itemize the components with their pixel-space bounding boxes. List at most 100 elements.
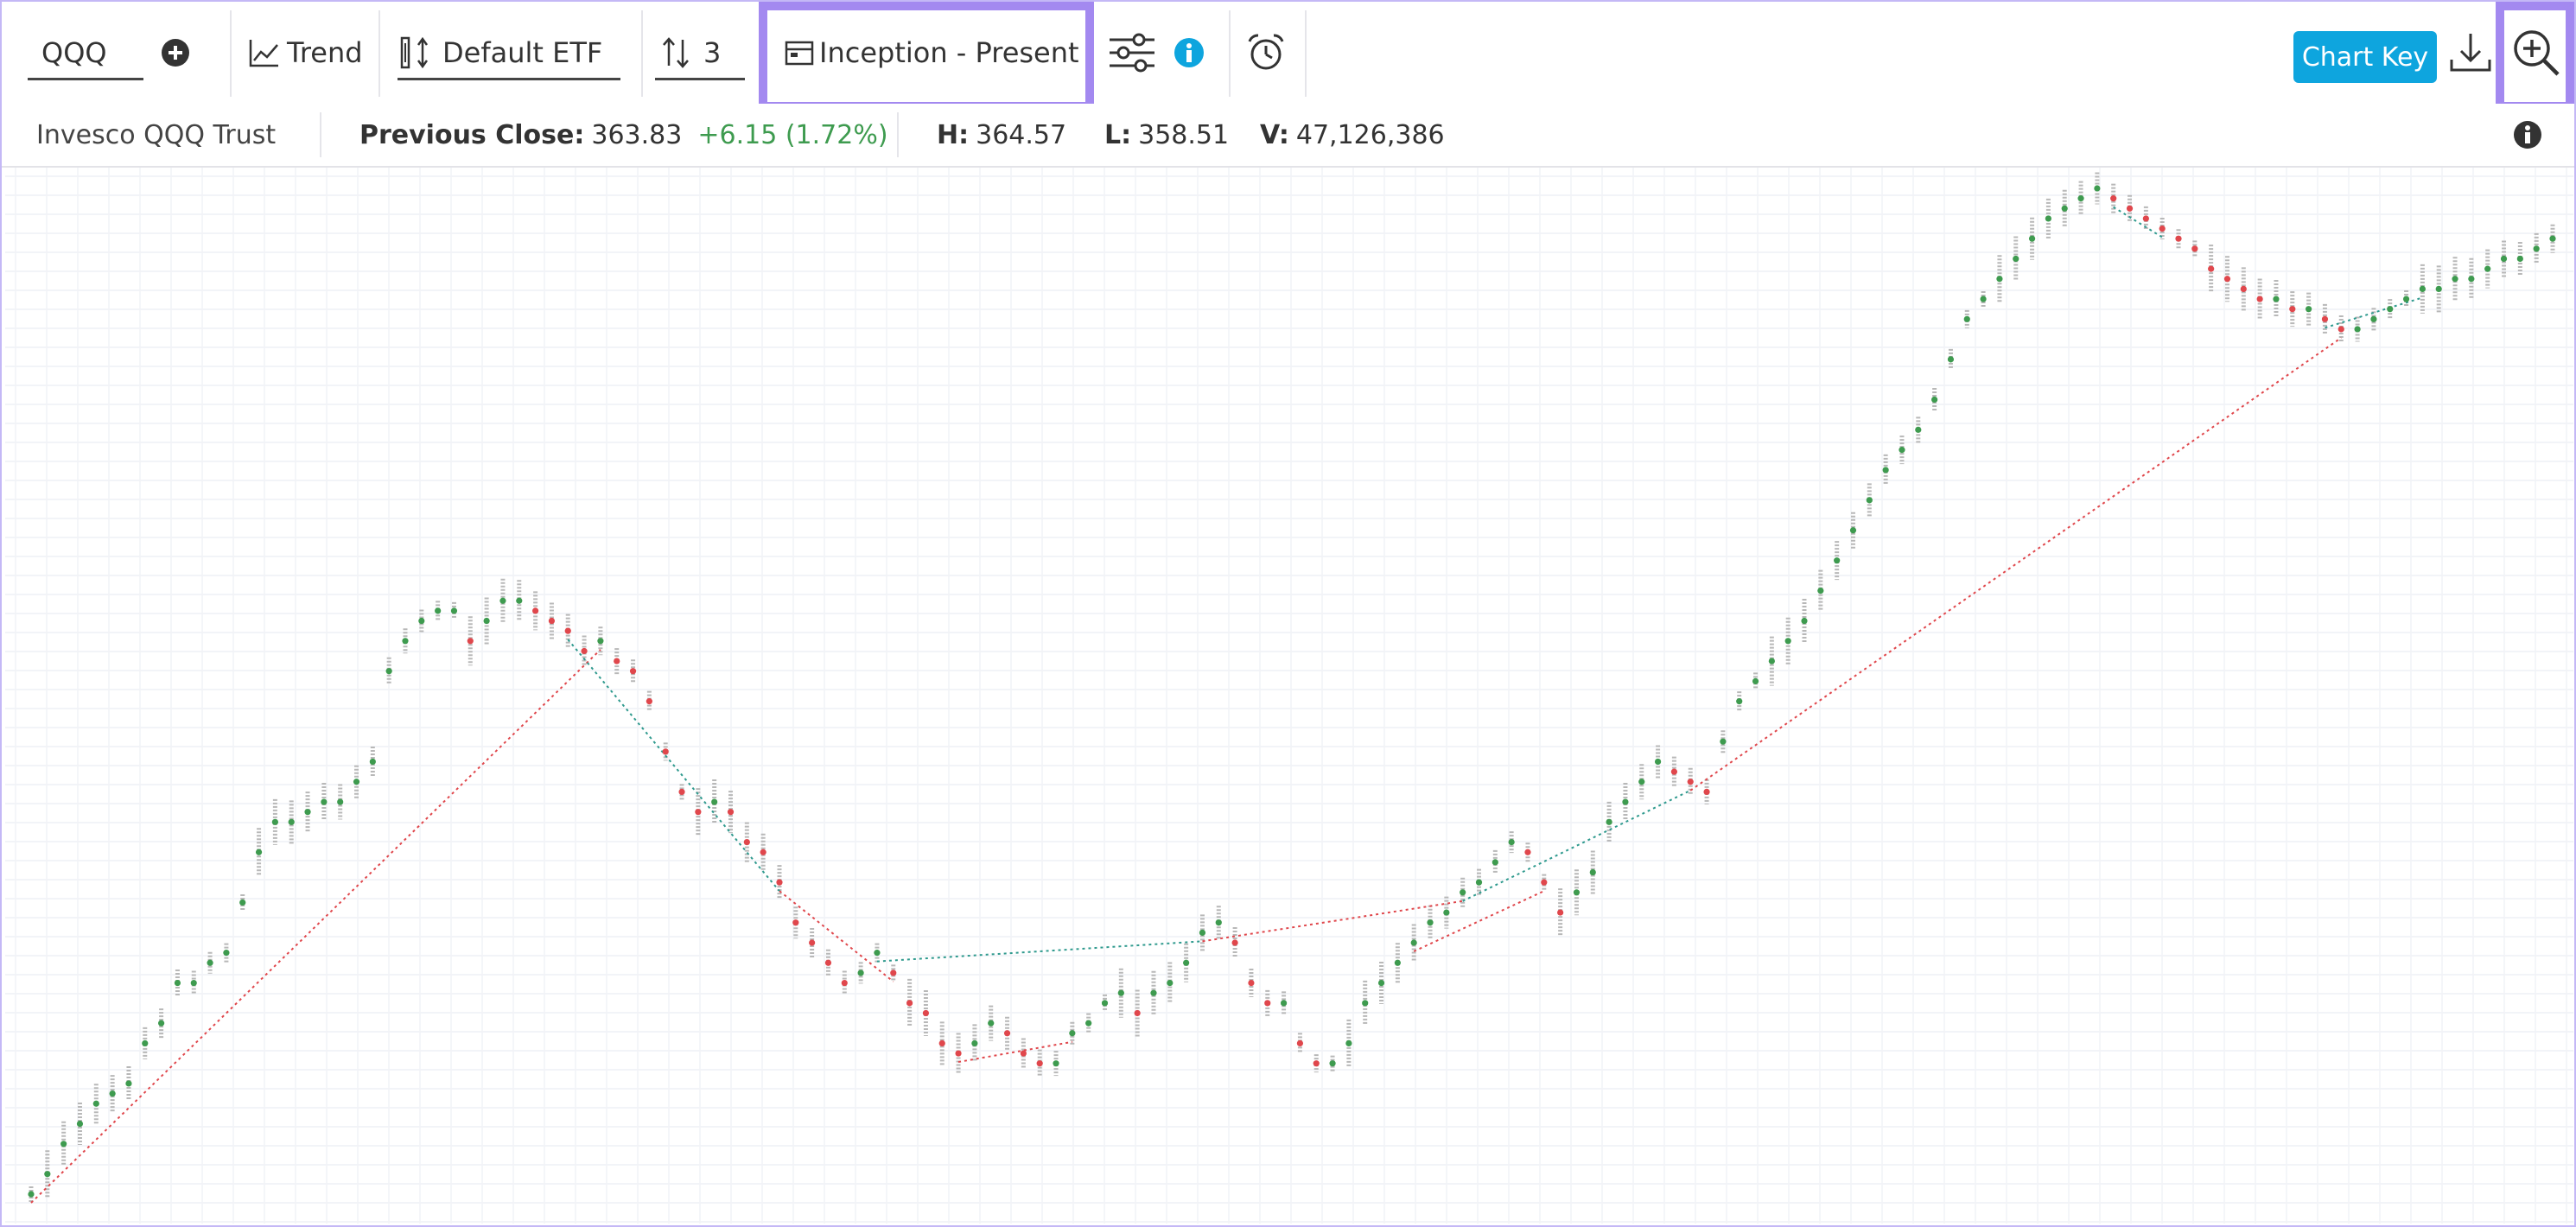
chart-grid [5, 168, 2573, 1224]
chart-toolbar: QQQ Trend Default ETF 3 Inception - Pres… [2, 2, 2574, 111]
zoom-in-button[interactable] [2511, 2, 2561, 104]
settings-info-button[interactable] [1174, 2, 1205, 104]
down-dot [2191, 245, 2198, 252]
up-dot [2273, 296, 2280, 302]
down-dot [2126, 205, 2134, 212]
up-dot [2500, 255, 2508, 263]
up-dot [44, 1171, 51, 1178]
down-dot [662, 748, 669, 755]
down-dot [760, 849, 766, 855]
up-dot [1475, 879, 1483, 886]
chart-key-button[interactable]: Chart Key [2293, 31, 2437, 83]
up-dot [1117, 989, 1124, 996]
add-symbol-button[interactable] [161, 2, 190, 104]
down-dot [776, 879, 783, 886]
down-dot [1296, 1039, 1304, 1046]
point-and-figure-chart[interactable] [5, 168, 2573, 1224]
default-etf-underline [398, 78, 620, 80]
up-dot [1183, 959, 1190, 966]
up-dot [223, 950, 230, 957]
info-circle-icon [2514, 121, 2541, 149]
support-trend-line [1689, 337, 2342, 792]
up-dot [2516, 255, 2523, 263]
alarm-clock-icon [1248, 34, 1284, 70]
chart-info-button[interactable] [2513, 104, 2542, 166]
up-dot [1834, 557, 1841, 564]
chart-settings-button[interactable] [1108, 2, 1156, 104]
up-dot [1053, 1060, 1059, 1067]
up-dot [288, 818, 295, 825]
price-change: +6.15 (1.72%) [697, 119, 888, 150]
default-etf-label: Default ETF [442, 36, 603, 69]
up-dot [1460, 889, 1466, 896]
up-dot [499, 597, 506, 604]
down-dot [1036, 1060, 1043, 1067]
trend-lines [30, 206, 2423, 1204]
up-dot [125, 1080, 132, 1087]
up-dot [2484, 265, 2491, 272]
down-dot [2208, 265, 2215, 272]
toolbar-separator [230, 10, 232, 97]
alert-button[interactable] [1246, 2, 1286, 104]
up-dot [2533, 245, 2540, 252]
up-dot [2061, 205, 2068, 212]
up-dot [1492, 859, 1498, 866]
toolbar-separator [378, 10, 380, 97]
date-range-selector[interactable]: Inception - Present [785, 2, 1079, 104]
symbol-field[interactable]: QQQ [41, 2, 107, 104]
chart-marks [29, 172, 2555, 1202]
up-dot [1817, 588, 1824, 594]
up-dot [1996, 276, 2003, 283]
up-dot [1752, 677, 1759, 684]
down-dot [2321, 315, 2329, 322]
down-dot [1524, 849, 1531, 855]
up-dot [2387, 306, 2394, 313]
down-dot [2223, 276, 2231, 283]
down-dot [2256, 296, 2263, 302]
up-dot [369, 758, 376, 766]
down-dot [1020, 1050, 1027, 1057]
up-dot [1654, 758, 1662, 766]
down-dot [2159, 225, 2166, 232]
trend-line-icon [249, 40, 278, 67]
box-size-selector[interactable]: 3 [660, 2, 721, 104]
up-dot [2354, 326, 2361, 333]
up-dot [450, 607, 458, 614]
info-separator [320, 112, 321, 157]
up-dot [1606, 818, 1612, 825]
up-dot [1801, 617, 1808, 625]
calendar-icon [785, 41, 814, 66]
download-button[interactable] [2449, 2, 2492, 104]
trend-button[interactable]: Trend [249, 2, 363, 104]
down-dot [1541, 879, 1548, 886]
up-dot [1394, 959, 1401, 966]
resistance-trend-line [876, 940, 1203, 963]
up-dot [1768, 658, 1775, 664]
up-dot [28, 1191, 35, 1198]
up-dot [1963, 315, 1970, 322]
up-dot [874, 950, 881, 957]
up-dot [1882, 467, 1889, 474]
up-dot [1849, 527, 1857, 534]
up-down-arrows-icon [663, 37, 689, 68]
up-dot [1784, 638, 1791, 645]
up-dot [207, 959, 213, 966]
up-dot [1931, 396, 1938, 404]
up-dot [2419, 285, 2426, 292]
up-dot [385, 668, 392, 675]
quote-info-bar: Invesco QQQ Trust Previous Close: 363.83… [2, 104, 2574, 168]
default-etf-selector[interactable]: Default ETF [399, 2, 602, 104]
up-dot [1980, 296, 1987, 302]
sliders-icon [1110, 33, 1154, 73]
down-dot [1248, 979, 1255, 987]
up-dot [1947, 356, 1955, 363]
up-dot [92, 1100, 99, 1107]
up-dot [1085, 1020, 1092, 1027]
low-price: L: 358.51 [1104, 104, 1229, 166]
up-dot [2549, 235, 2556, 242]
up-dot [1508, 839, 1515, 846]
up-dot [1215, 919, 1222, 926]
zoom-in-icon [2514, 30, 2560, 76]
up-dot [1720, 738, 1727, 745]
down-dot [2110, 195, 2117, 202]
